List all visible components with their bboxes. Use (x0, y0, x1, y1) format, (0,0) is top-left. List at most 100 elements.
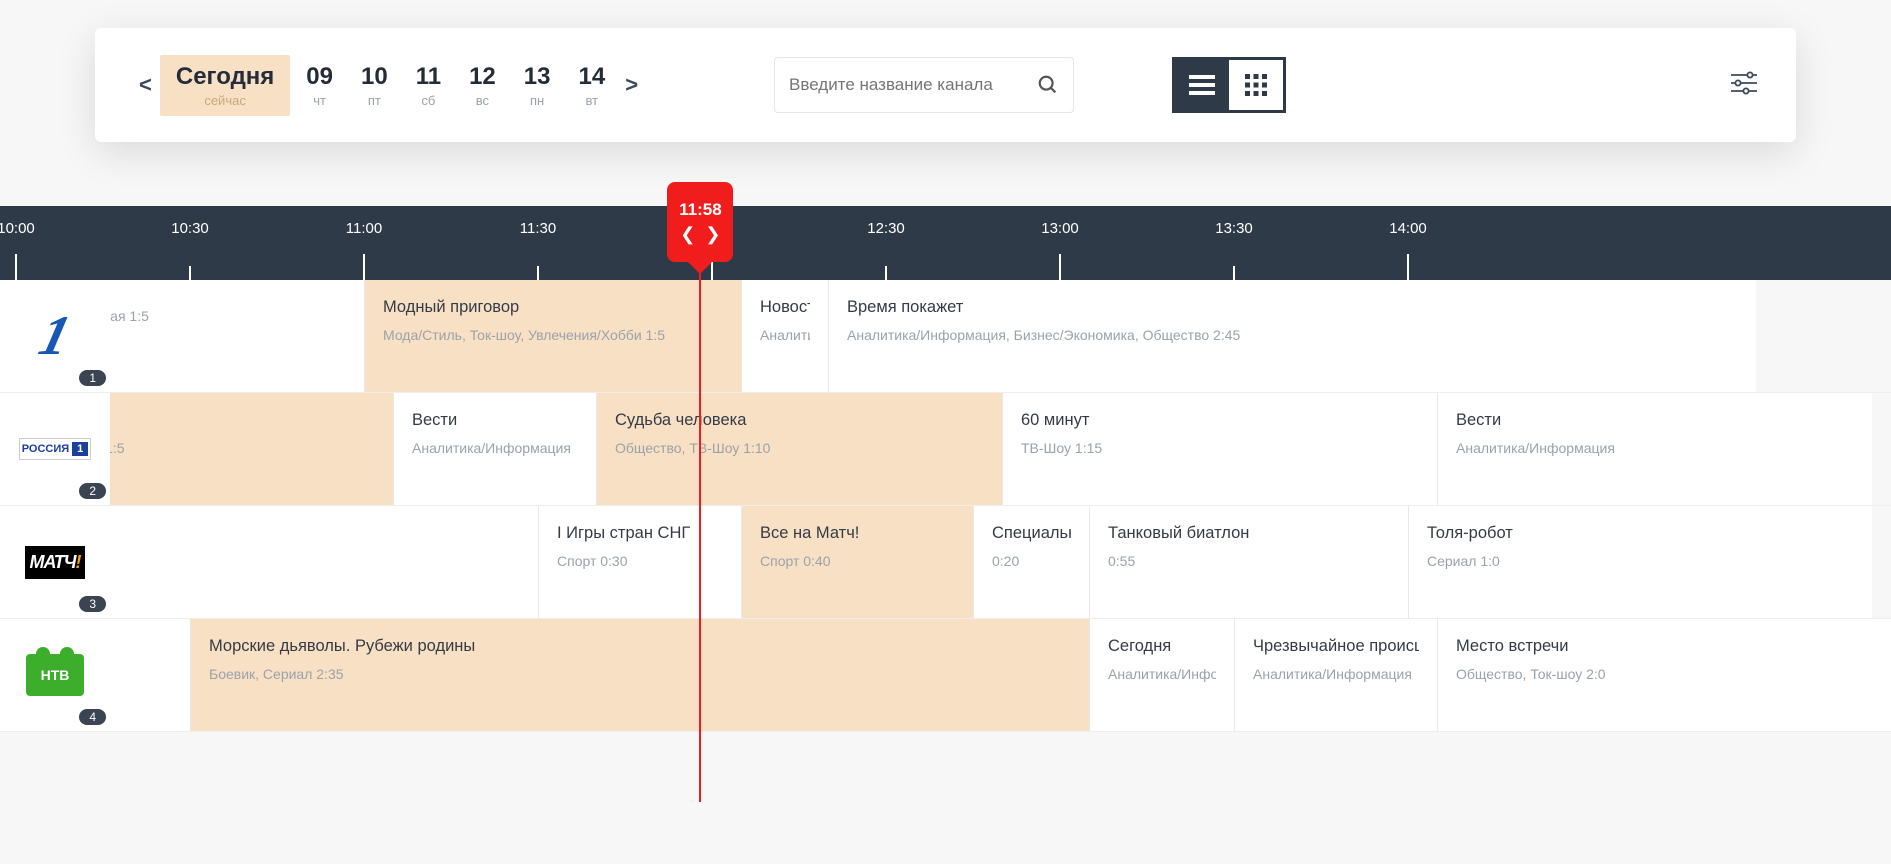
program-cell[interactable]: Место встречи Общество, Ток-шоу 2:0 (1437, 619, 1891, 731)
channel-cell[interactable]: 11 (0, 280, 110, 392)
program-meta: Боевик, Сериал 2:35 (209, 666, 1071, 682)
program-cell[interactable]: I Игры стран СНГ Спорт 0:30 (538, 506, 741, 618)
day-label: пт (368, 93, 381, 108)
header-bar: < Сегоднясейчас09чт10пт11сб12вс13пн14вт … (95, 28, 1796, 142)
day-11[interactable]: 11сб (404, 55, 453, 116)
program-meta: Сериал 1:0 (1427, 553, 1854, 569)
program-cell[interactable]: Морские дьяволы. Рубежи родины Боевик, Се… (190, 619, 1089, 731)
program-cell[interactable]: Специальный репортаж0:20 (973, 506, 1089, 618)
program-title: Вести (1456, 411, 1854, 430)
program-cell[interactable]: Время покажетАналитика/Информация, Бизне… (828, 280, 1756, 392)
list-icon (1189, 74, 1215, 96)
channel-logo-perviy: 1 (33, 304, 77, 368)
program-title: Специальный репортаж (992, 524, 1071, 543)
now-next-icon[interactable]: ❯ (705, 224, 720, 245)
program-meta: Мода/Стиль, Ток-шоу, Увлечения/Хобби 1:5 (383, 327, 723, 343)
day-14[interactable]: 14вт (566, 55, 617, 116)
day-label: пн (530, 93, 544, 108)
program-grid: Познавательная 1:5Модный приговорМода/Ст… (0, 280, 1891, 732)
program-cell[interactable]: СегодняАналитика/Информация (1089, 619, 1234, 731)
program-title: Танковый биатлон (1108, 524, 1390, 543)
grid-icon (1244, 73, 1268, 97)
program-cell[interactable]: Чрезвычайное происшествие Аналитика/Инфор… (1234, 619, 1437, 731)
now-prev-icon[interactable]: ❮ (680, 224, 695, 245)
days-prev-button[interactable]: < (133, 72, 158, 98)
program-meta: Общество, ТВ-Шоу 1:10 (615, 440, 984, 456)
program-title: Все на Матч! (760, 524, 955, 543)
days-next-button[interactable]: > (619, 72, 644, 98)
channel-number-badge: 4 (79, 709, 106, 725)
program-meta: Аналитика/Информация, Бизнес/Экономика, … (847, 327, 1738, 343)
filter-settings-button[interactable] (1730, 71, 1758, 100)
channel-logo-ntv: НТВ (26, 654, 84, 696)
day-num: 10 (361, 63, 388, 91)
program-title: Чрезвычайное происшествие (1253, 637, 1419, 656)
view-grid-button[interactable] (1229, 60, 1283, 110)
program-title: Морские дьяволы. Рубежи родины (209, 637, 1071, 656)
channel-row: /ИнформацияМорские дьяволы. Рубежи родин… (0, 619, 1891, 732)
now-marker[interactable]: 11:58 ❮ ❯ (667, 182, 733, 262)
program-title: Вести (412, 411, 578, 430)
channel-cell[interactable]: МАТЧ!3 (0, 506, 110, 618)
now-line (699, 232, 701, 802)
tick-label: 11:00 (346, 220, 382, 237)
program-meta: Спорт 0:40 (760, 553, 955, 569)
day-label: вс (476, 93, 489, 108)
program-meta: Спорт 0:30 (557, 553, 723, 569)
program-cell[interactable]: Модный приговор Мода/Стиль, Ток-шоу, Увле… (364, 280, 741, 392)
program-meta: Аналитика/Информация (412, 440, 578, 456)
program-title: I Игры стран СНГ (557, 524, 723, 543)
channel-number-badge: 1 (79, 370, 106, 386)
tick-label: 10:30 (171, 220, 209, 237)
timeline: 10:0010:3011:0011:3012:0012:3013:0013:30… (0, 206, 1891, 732)
program-meta: Общество, Ток-шоу 2:0 (1456, 666, 1891, 682)
day-selector: Сегодня сейчас 09 чт 10 пт 11сб12вс 13 пн 14вт (158, 55, 619, 116)
program-title: Модный приговор (383, 298, 723, 317)
day-num: 11 (416, 63, 441, 91)
program-cell[interactable]: Толя-робот Сериал 1:0 (1408, 506, 1872, 618)
day-num: 13 (524, 63, 551, 91)
day-10[interactable]: 10 пт (349, 55, 400, 116)
time-ruler[interactable]: 10:0010:3011:0011:3012:0012:3013:0013:30… (0, 206, 1891, 280)
now-time-label: 11:58 (679, 200, 722, 220)
program-meta: ТВ-Шоу 1:15 (1021, 440, 1419, 456)
program-cell[interactable]: ВестиАналитика/Информация (1437, 393, 1872, 505)
tick-label: 13:00 (1041, 220, 1079, 237)
channel-row: Познавательная 1:5Модный приговорМода/Ст… (0, 280, 1891, 393)
channel-cell[interactable]: РОССИЯ12 (0, 393, 110, 505)
tick-label: 14:00 (1389, 220, 1427, 237)
program-title: Толя-робот (1427, 524, 1854, 543)
channel-search[interactable] (774, 57, 1074, 113)
tick-label: 10:00 (0, 220, 35, 237)
day-09[interactable]: 09 чт (294, 55, 345, 116)
program-cell[interactable]: Судьба человекаОбщество, ТВ-Шоу 1:10 (596, 393, 1002, 505)
channel-row: вномвье, Ток-шоу 1:5ВестиАналитика/Инфор… (0, 393, 1891, 506)
program-title: Новости (760, 298, 810, 317)
day-num: 09 (306, 63, 333, 91)
tick-label: 13:30 (1215, 220, 1253, 237)
program-meta: Аналитика/Информация (1253, 666, 1419, 682)
program-cell[interactable]: Все на Матч! Спорт 0:40 (741, 506, 973, 618)
day-12[interactable]: 12вс (457, 55, 508, 116)
channel-cell[interactable]: НТВ 4 (0, 619, 110, 731)
program-title: Место встречи (1456, 637, 1891, 656)
day-13[interactable]: 13 пн (512, 55, 563, 116)
program-cell[interactable]: 60 минутТВ-Шоу 1:15 (1002, 393, 1437, 505)
day-label: сейчас (204, 93, 246, 108)
program-cell[interactable]: Танковый биатлон 0:55 (1089, 506, 1408, 618)
channel-search-input[interactable] (789, 75, 1037, 95)
view-switcher (1172, 57, 1286, 113)
tick-label: 11:30 (520, 220, 556, 237)
program-cell[interactable]: Новости Аналитика (741, 280, 828, 392)
channel-row: I Игры стран СНГ Спорт 0:30 Все на Матч! Сп… (0, 506, 1891, 619)
tick-label: 12:30 (867, 220, 905, 237)
day-num: 14 (578, 63, 605, 91)
program-cell[interactable]: Вести Аналитика/Информация (393, 393, 596, 505)
day-today[interactable]: Сегодня сейчас (160, 55, 290, 116)
day-label: чт (313, 93, 326, 108)
view-list-button[interactable] (1175, 60, 1229, 110)
program-meta: Аналитика (760, 327, 810, 343)
channel-number-badge: 3 (79, 596, 106, 612)
program-meta: 0:55 (1108, 553, 1390, 569)
day-num: Сегодня (176, 63, 274, 91)
